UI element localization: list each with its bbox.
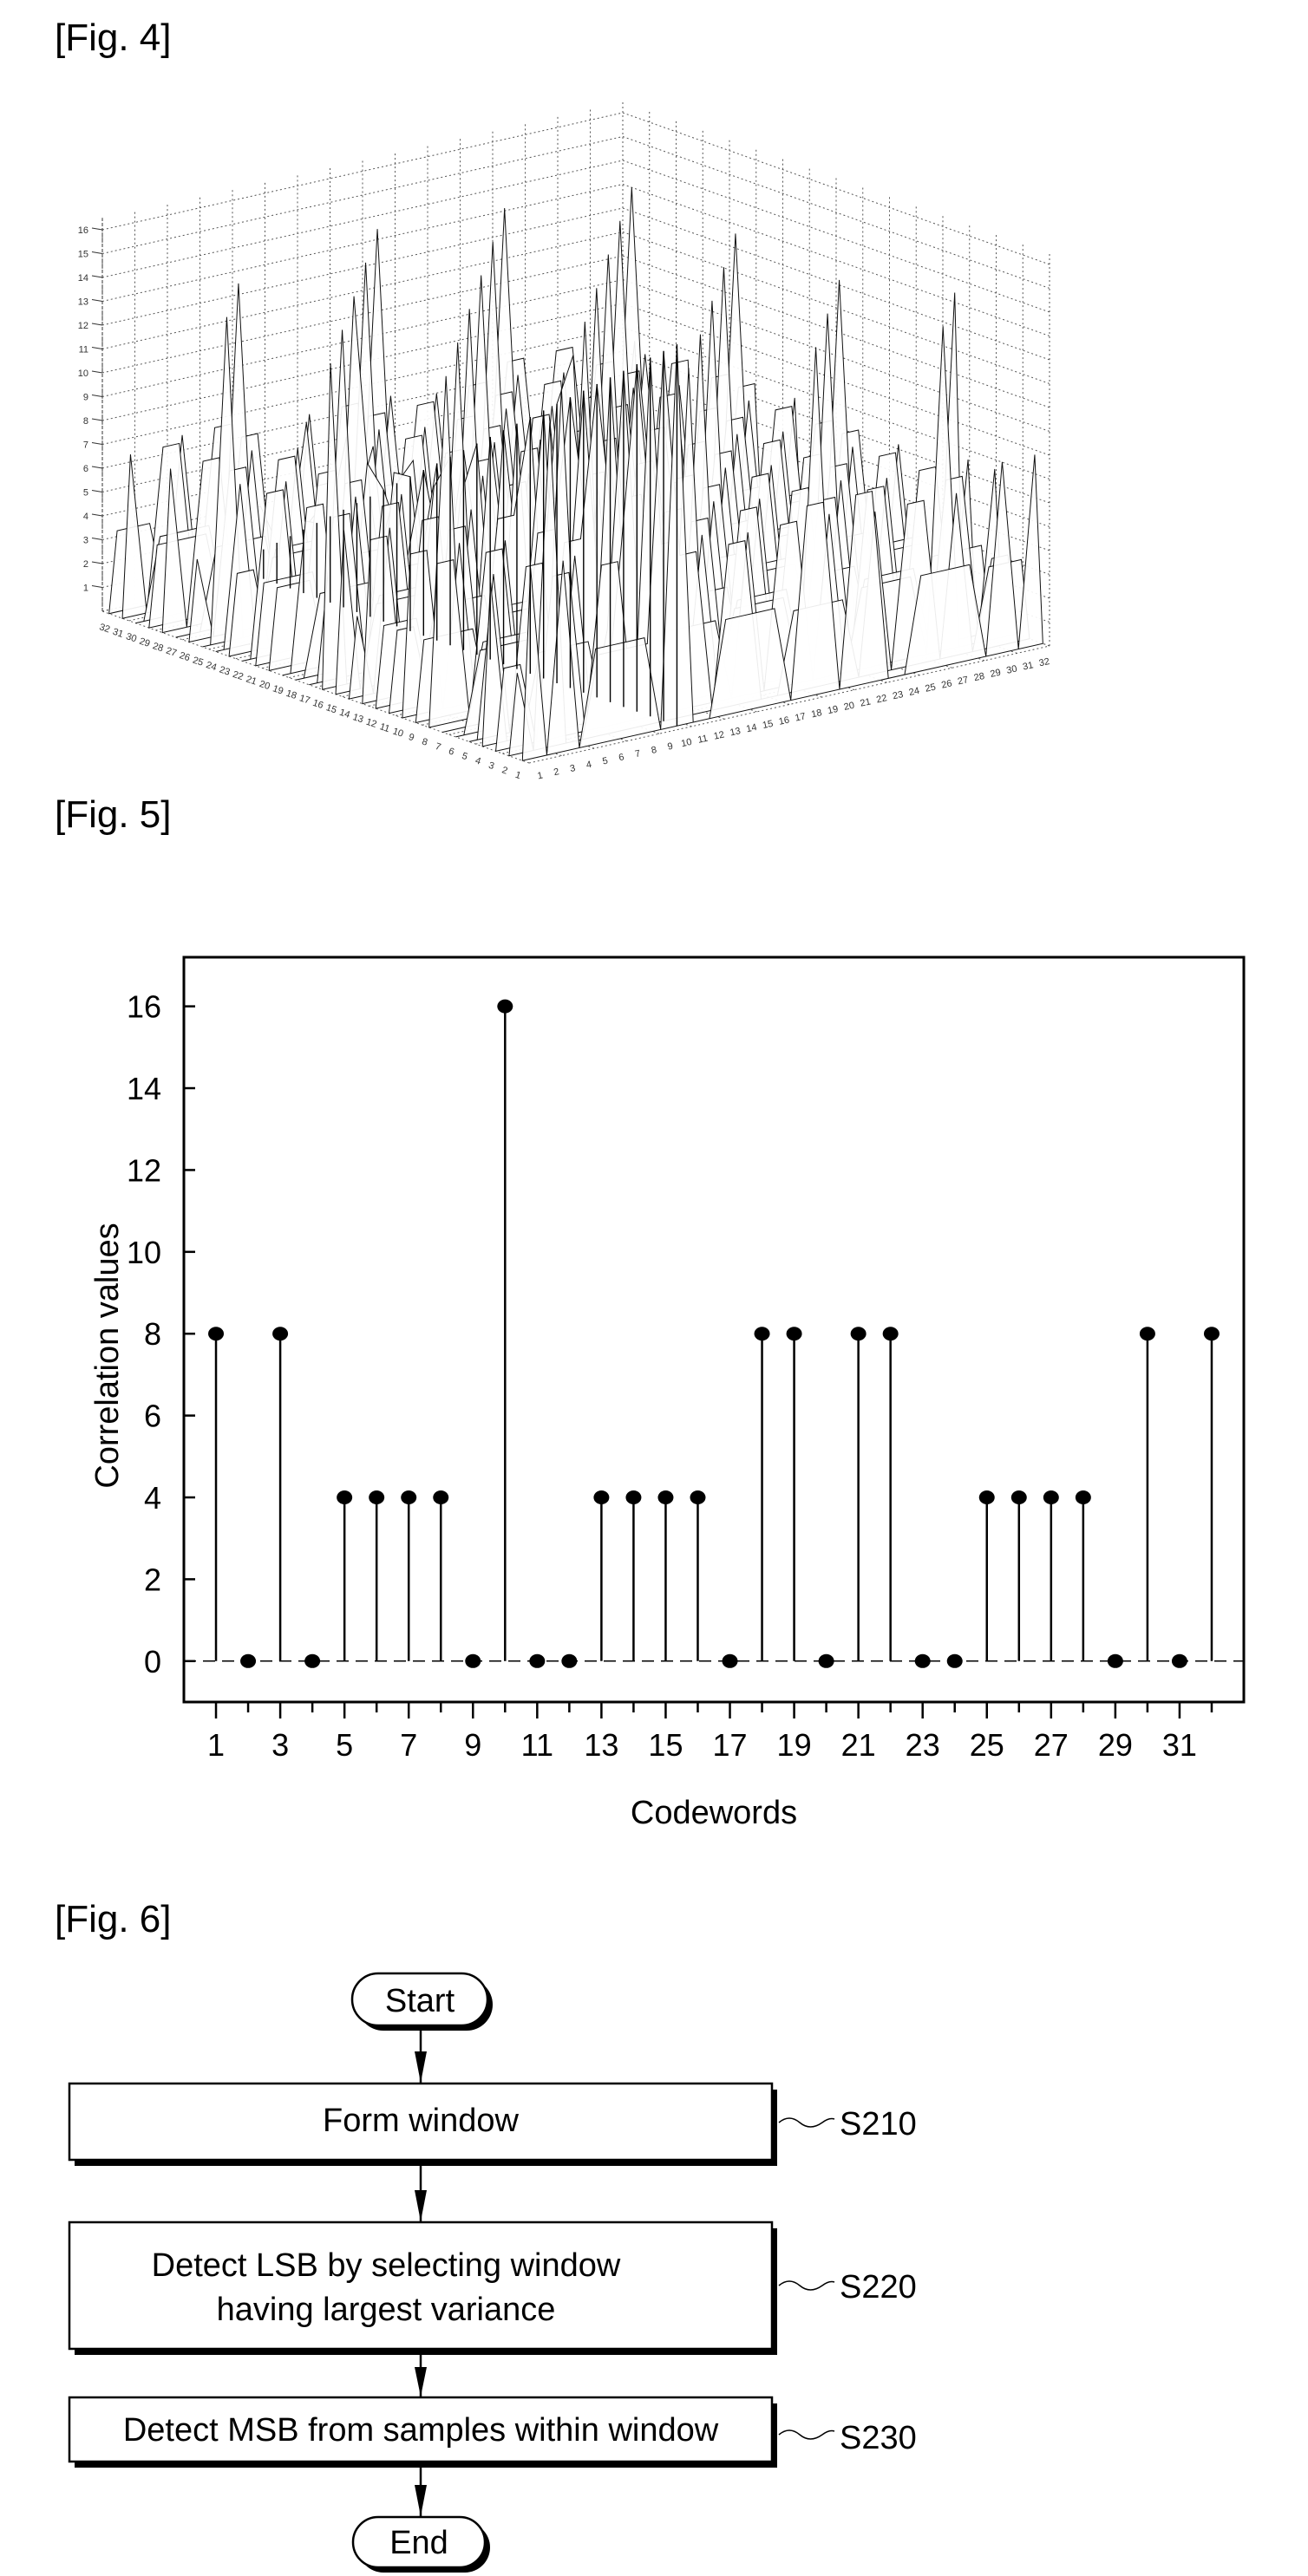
start-label: Start <box>385 1983 455 2019</box>
end-label: End <box>389 2525 448 2561</box>
squiggle-s220 <box>778 2280 835 2291</box>
end-terminal: End <box>351 2515 490 2573</box>
arrowhead-icon <box>415 2367 427 2397</box>
step-s210: Form window <box>68 2082 777 2166</box>
step-s220: Detect LSB by selecting window having la… <box>68 2221 777 2355</box>
step-id-s210: S210 <box>840 2106 917 2142</box>
step-s220-text-line1: Detect LSB by selecting window <box>152 2247 621 2284</box>
arrowhead-icon <box>415 2190 427 2221</box>
step-s210-text: Form window <box>323 2103 519 2139</box>
squiggle-s230 <box>778 2429 835 2440</box>
step-s230-text: Detect MSB from samples within window <box>123 2412 719 2449</box>
step-id-s220: S220 <box>840 2269 917 2305</box>
squiggle-s210 <box>778 2117 835 2128</box>
step-s220-text-line2: having largest variance <box>217 2292 556 2328</box>
arrowhead-icon <box>415 2485 427 2516</box>
arrowhead-icon <box>415 2051 427 2083</box>
start-terminal: Start <box>350 1972 493 2031</box>
step-s230: Detect MSB from samples within window <box>68 2396 777 2468</box>
fig6-flowchart: Start Form window S210 Detect LSB by sel… <box>68 1972 917 2573</box>
step-id-s230: S230 <box>840 2420 917 2456</box>
